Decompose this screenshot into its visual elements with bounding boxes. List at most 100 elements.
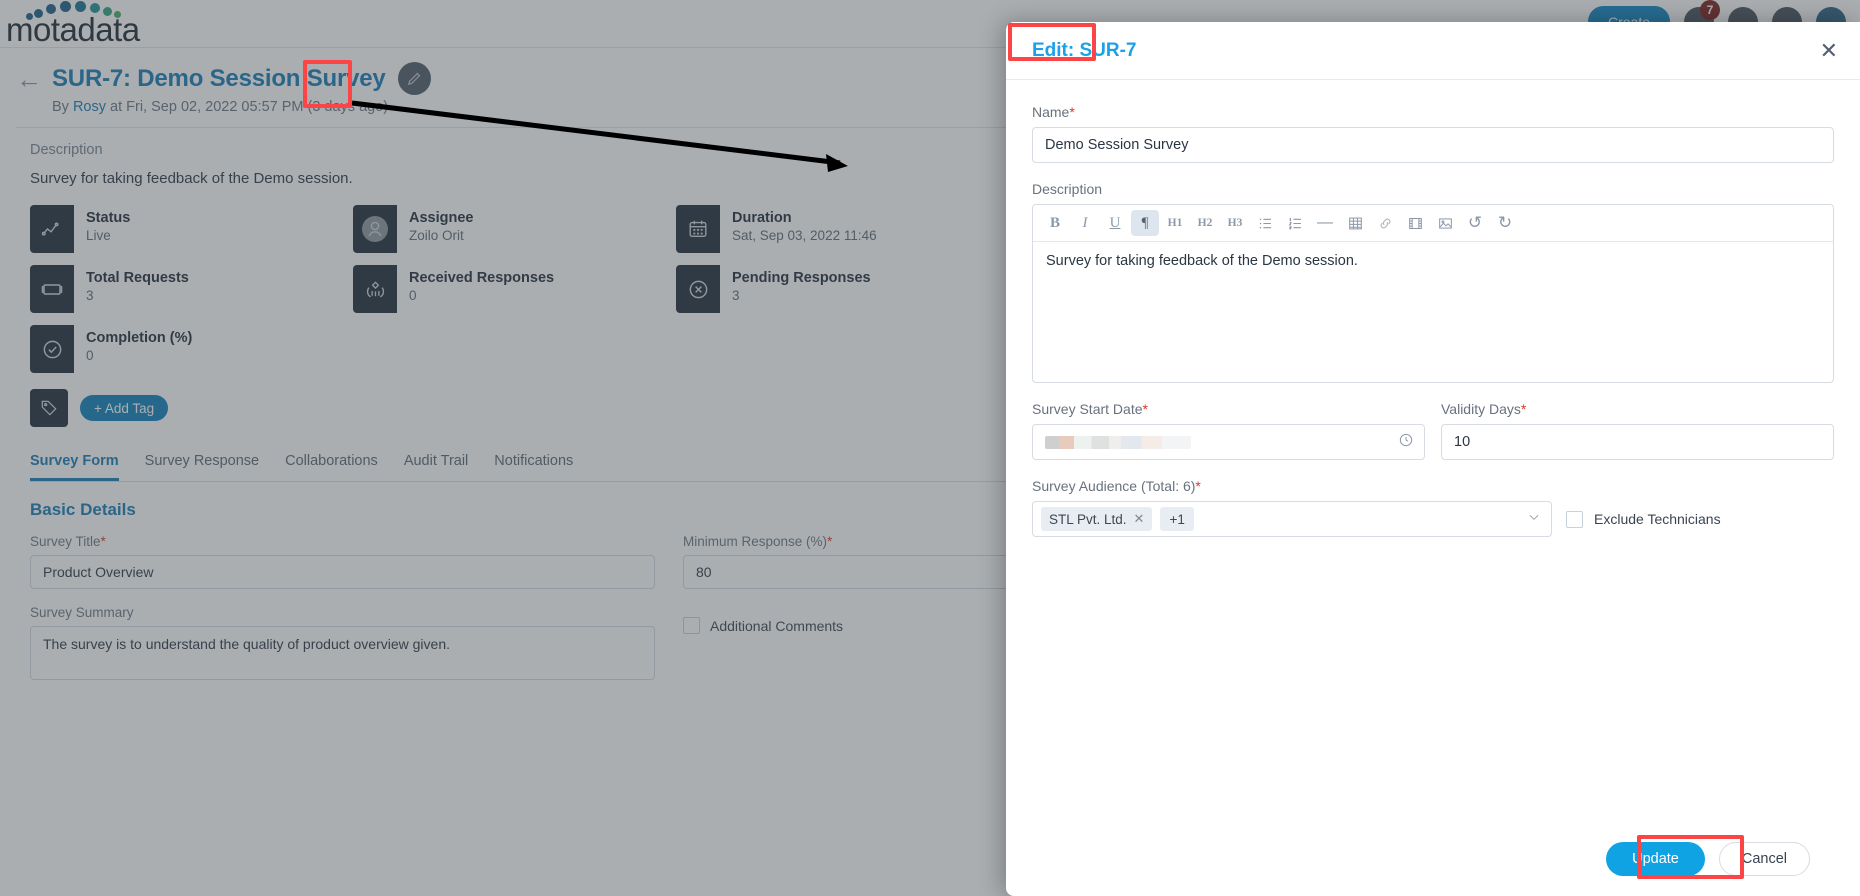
- label-text: Name: [1032, 104, 1070, 120]
- survey-summary-value: The survey is to understand the quality …: [43, 636, 450, 652]
- hands-diamond-icon: [353, 265, 397, 313]
- tab-collaborations[interactable]: Collaborations: [285, 453, 378, 481]
- tab-bar: Survey Form Survey Response Collaboratio…: [30, 453, 1030, 482]
- italic-icon[interactable]: I: [1071, 210, 1099, 236]
- card-label: Duration: [732, 210, 792, 226]
- card-label: Pending Responses: [732, 270, 871, 286]
- card-value: Sat, Sep 03, 2022 11:46: [732, 228, 877, 243]
- clock-icon[interactable]: [1398, 432, 1414, 453]
- ticket-icon: [30, 265, 74, 313]
- add-tag-button[interactable]: + Add Tag: [80, 395, 169, 421]
- heading-2-icon[interactable]: H2: [1191, 210, 1219, 236]
- validity-days-value: 10: [1454, 434, 1471, 450]
- tag-icon: [30, 389, 68, 427]
- numbered-list-icon[interactable]: [1281, 210, 1309, 236]
- survey-start-date-group: Survey Start Date*: [1032, 401, 1425, 460]
- tab-survey-form[interactable]: Survey Form: [30, 453, 119, 481]
- exclude-technicians-checkbox[interactable]: [1566, 510, 1583, 528]
- survey-title-value: Product Overview: [43, 564, 154, 580]
- heading-3-icon[interactable]: H3: [1221, 210, 1249, 236]
- underline-icon[interactable]: U: [1101, 210, 1129, 236]
- description-editor-content[interactable]: Survey for taking feedback of the Demo s…: [1033, 242, 1833, 382]
- label-text: Survey Title: [30, 534, 101, 549]
- card-completion: Completion (%) 0: [30, 325, 335, 373]
- minimum-response-input[interactable]: 80: [683, 555, 1043, 589]
- pencil-icon: [407, 72, 420, 86]
- minimum-response-value: 80: [696, 564, 712, 580]
- chip-remove-icon[interactable]: ✕: [1134, 511, 1145, 527]
- cancel-button[interactable]: Cancel: [1718, 842, 1810, 876]
- tab-notifications[interactable]: Notifications: [494, 453, 573, 481]
- byline-author-link[interactable]: Rosy: [73, 99, 106, 115]
- card-total-requests: Total Requests 3: [30, 265, 335, 313]
- bold-icon[interactable]: B: [1041, 210, 1069, 236]
- card-assignee: Assignee Zoilo Orit: [353, 205, 658, 253]
- required-asterisk: *: [1195, 478, 1201, 494]
- logo-dots-icon: [6, 1, 156, 20]
- table-icon[interactable]: [1341, 210, 1369, 236]
- update-button[interactable]: Update: [1606, 842, 1705, 876]
- link-icon[interactable]: [1371, 210, 1399, 236]
- edit-pencil-button[interactable]: [397, 62, 431, 95]
- required-asterisk: *: [1520, 401, 1527, 417]
- paragraph-icon[interactable]: ¶: [1131, 210, 1159, 236]
- required-asterisk: *: [827, 534, 833, 549]
- back-arrow-icon[interactable]: ←: [16, 66, 42, 92]
- image-icon[interactable]: [1431, 210, 1459, 236]
- close-icon[interactable]: ✕: [1820, 39, 1838, 62]
- audience-chip-overflow[interactable]: +1: [1160, 507, 1194, 531]
- brand-logo[interactable]: motadata: [6, 0, 156, 48]
- card-pending-responses: Pending Responses 3: [676, 265, 981, 313]
- name-value: Demo Session Survey: [1045, 137, 1189, 153]
- horizontal-rule-icon[interactable]: —: [1311, 210, 1339, 236]
- dialog-body: Name* Demo Session Survey Description B …: [1006, 80, 1860, 822]
- survey-audience-group: Survey Audience (Total: 6)* STL Pvt. Ltd…: [1032, 478, 1834, 537]
- additional-comments-checkbox[interactable]: [683, 617, 700, 634]
- card-label: Completion (%): [86, 330, 193, 346]
- survey-title-label: Survey Title*: [30, 534, 655, 549]
- heading-1-icon[interactable]: H1: [1161, 210, 1189, 236]
- edit-survey-dialog: Edit: SUR-7 ✕ Name* Demo Session Survey …: [1006, 22, 1860, 896]
- minimum-response-label: Minimum Response (%)*: [683, 534, 1043, 549]
- undo-icon[interactable]: ↺: [1461, 210, 1489, 236]
- name-input[interactable]: Demo Session Survey: [1032, 127, 1834, 163]
- calendar-icon: [676, 205, 720, 253]
- survey-summary-label: Survey Summary: [30, 605, 134, 620]
- survey-audience-label: Survey Audience (Total: 6)*: [1032, 478, 1834, 494]
- card-label: Status: [86, 210, 131, 226]
- card-value: 0: [409, 288, 417, 303]
- survey-audience-select[interactable]: STL Pvt. Ltd. ✕ +1: [1032, 501, 1552, 537]
- date-validity-row: Survey Start Date* Validity Days* 10: [1032, 401, 1834, 460]
- card-value: 3: [732, 288, 740, 303]
- tab-audit-trail[interactable]: Audit Trail: [404, 453, 468, 481]
- additional-comments-label: Additional Comments: [710, 617, 844, 634]
- audience-chips: STL Pvt. Ltd. ✕ +1: [1041, 507, 1194, 531]
- chevron-down-icon[interactable]: [1527, 510, 1541, 529]
- label-text: Survey Start Date: [1032, 401, 1143, 417]
- exclude-technicians-row[interactable]: Exclude Technicians: [1552, 510, 1721, 528]
- validity-days-label: Validity Days*: [1441, 401, 1834, 417]
- survey-title-input[interactable]: Product Overview: [30, 555, 655, 589]
- additional-comments-row[interactable]: Additional Comments: [683, 617, 1043, 634]
- required-asterisk: *: [1069, 104, 1075, 120]
- survey-start-date-input[interactable]: [1032, 424, 1425, 460]
- user-avatar-icon: [353, 205, 397, 253]
- survey-start-date-label: Survey Start Date*: [1032, 401, 1425, 417]
- bullet-list-icon[interactable]: [1251, 210, 1279, 236]
- notification-badge: 7: [1700, 0, 1720, 20]
- survey-summary-textarea[interactable]: The survey is to understand the quality …: [30, 626, 655, 680]
- card-label: Received Responses: [409, 270, 555, 286]
- card-label: Total Requests: [86, 270, 189, 286]
- card-value: Zoilo Orit: [409, 228, 464, 243]
- audience-chip[interactable]: STL Pvt. Ltd. ✕: [1041, 507, 1153, 531]
- label-text: Validity Days: [1441, 401, 1521, 417]
- video-icon[interactable]: [1401, 210, 1429, 236]
- validity-days-group: Validity Days* 10: [1441, 401, 1834, 460]
- validity-days-input[interactable]: 10: [1441, 424, 1834, 460]
- label-text: Minimum Response (%): [683, 534, 828, 549]
- tab-survey-response[interactable]: Survey Response: [145, 453, 259, 481]
- redo-icon[interactable]: ↻: [1491, 210, 1519, 236]
- name-field-group: Name* Demo Session Survey: [1032, 104, 1834, 163]
- form-left-column: Survey Title* Product Overview Survey Su…: [30, 534, 655, 680]
- page-title: SUR-7: Demo Session Survey: [52, 64, 386, 92]
